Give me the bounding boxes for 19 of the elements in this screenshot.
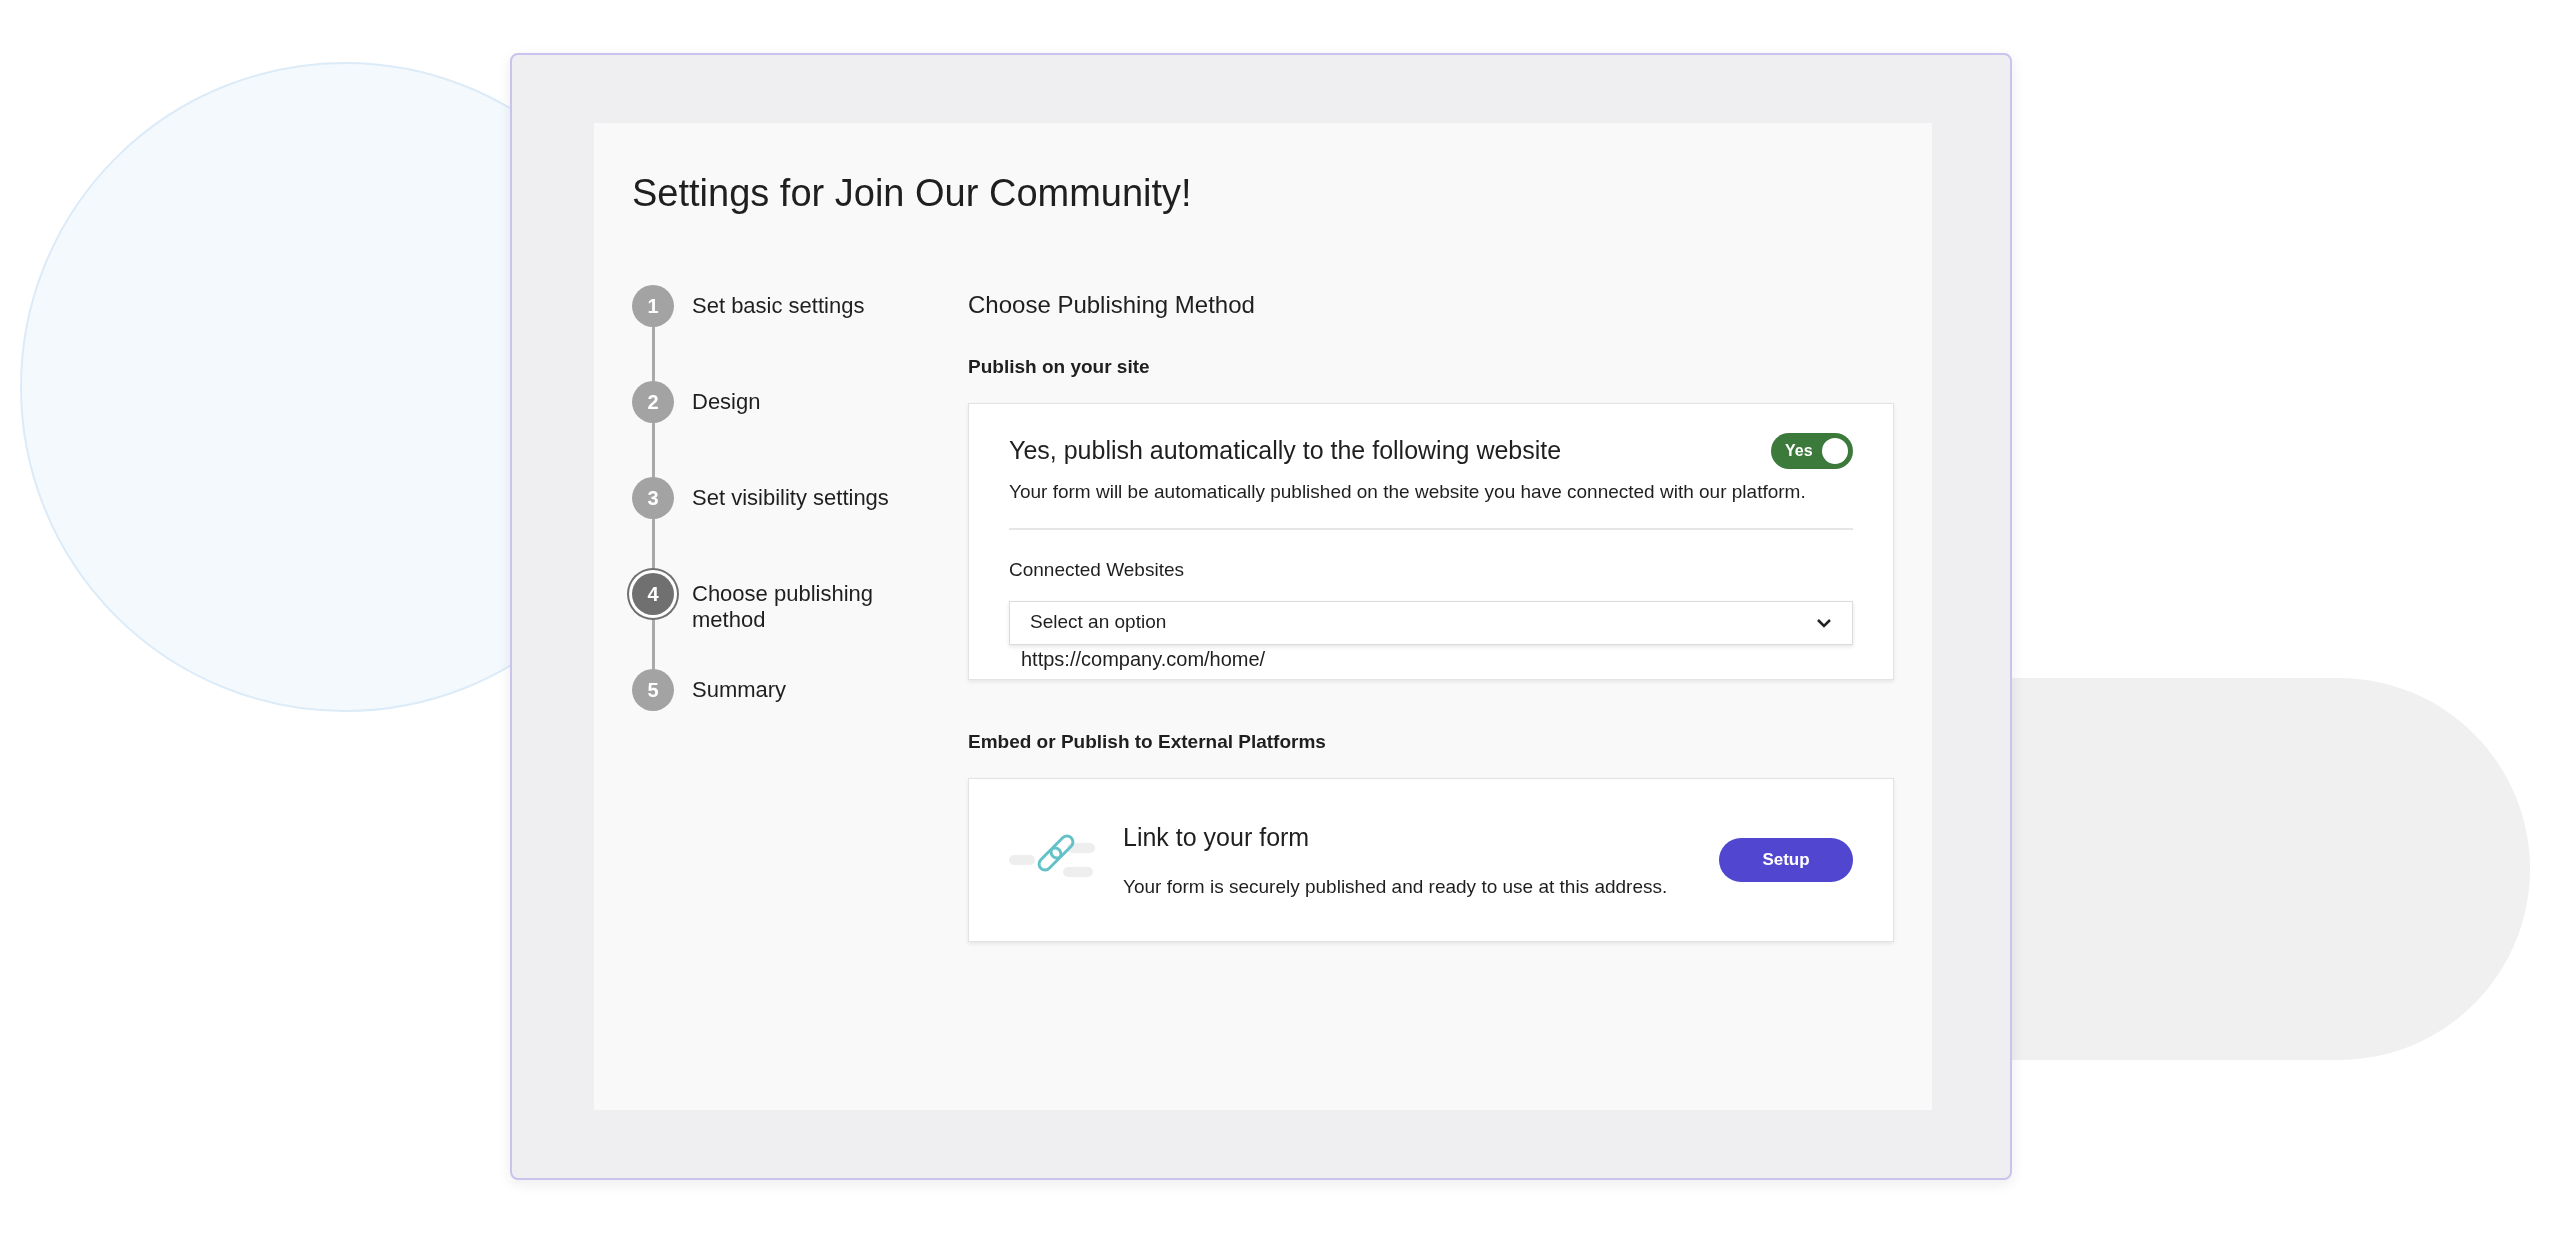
field-label: Connected Websites — [1009, 558, 1185, 583]
step-label[interactable]: Summary — [692, 668, 902, 765]
subsection-label: Publish on your site — [968, 354, 1151, 379]
setup-button[interactable]: Setup — [1719, 838, 1853, 883]
card-title: Yes, publish automatically to the following website — [1009, 435, 1562, 467]
toggle-switch[interactable]: Yes — [1771, 432, 1853, 469]
step-label[interactable]: Choose publishing method — [692, 572, 902, 669]
subsection-label: Embed or Publish to External Platforms — [968, 729, 1327, 754]
page-title: Settings for Join Our Community! — [632, 171, 1193, 216]
card-title: Link to your form — [1123, 822, 1311, 854]
chevron-down-icon — [1816, 617, 1832, 628]
step-label[interactable]: Design — [692, 380, 902, 477]
step-label[interactable]: Set basic settings — [692, 284, 902, 381]
step-label[interactable]: Set visibility settings — [692, 476, 902, 573]
website-select[interactable]: Select an option — [1009, 600, 1853, 645]
card-description: Your form will be automatically published on the website you have connected with our platform. — [1009, 479, 1807, 504]
card-description: Your form is securely published and ready to use at this address. — [1123, 874, 1669, 899]
section-heading: Choose Publishing Method — [968, 289, 1256, 320]
dropdown-option[interactable]: https://company.com/home/ — [1009, 644, 1853, 673]
